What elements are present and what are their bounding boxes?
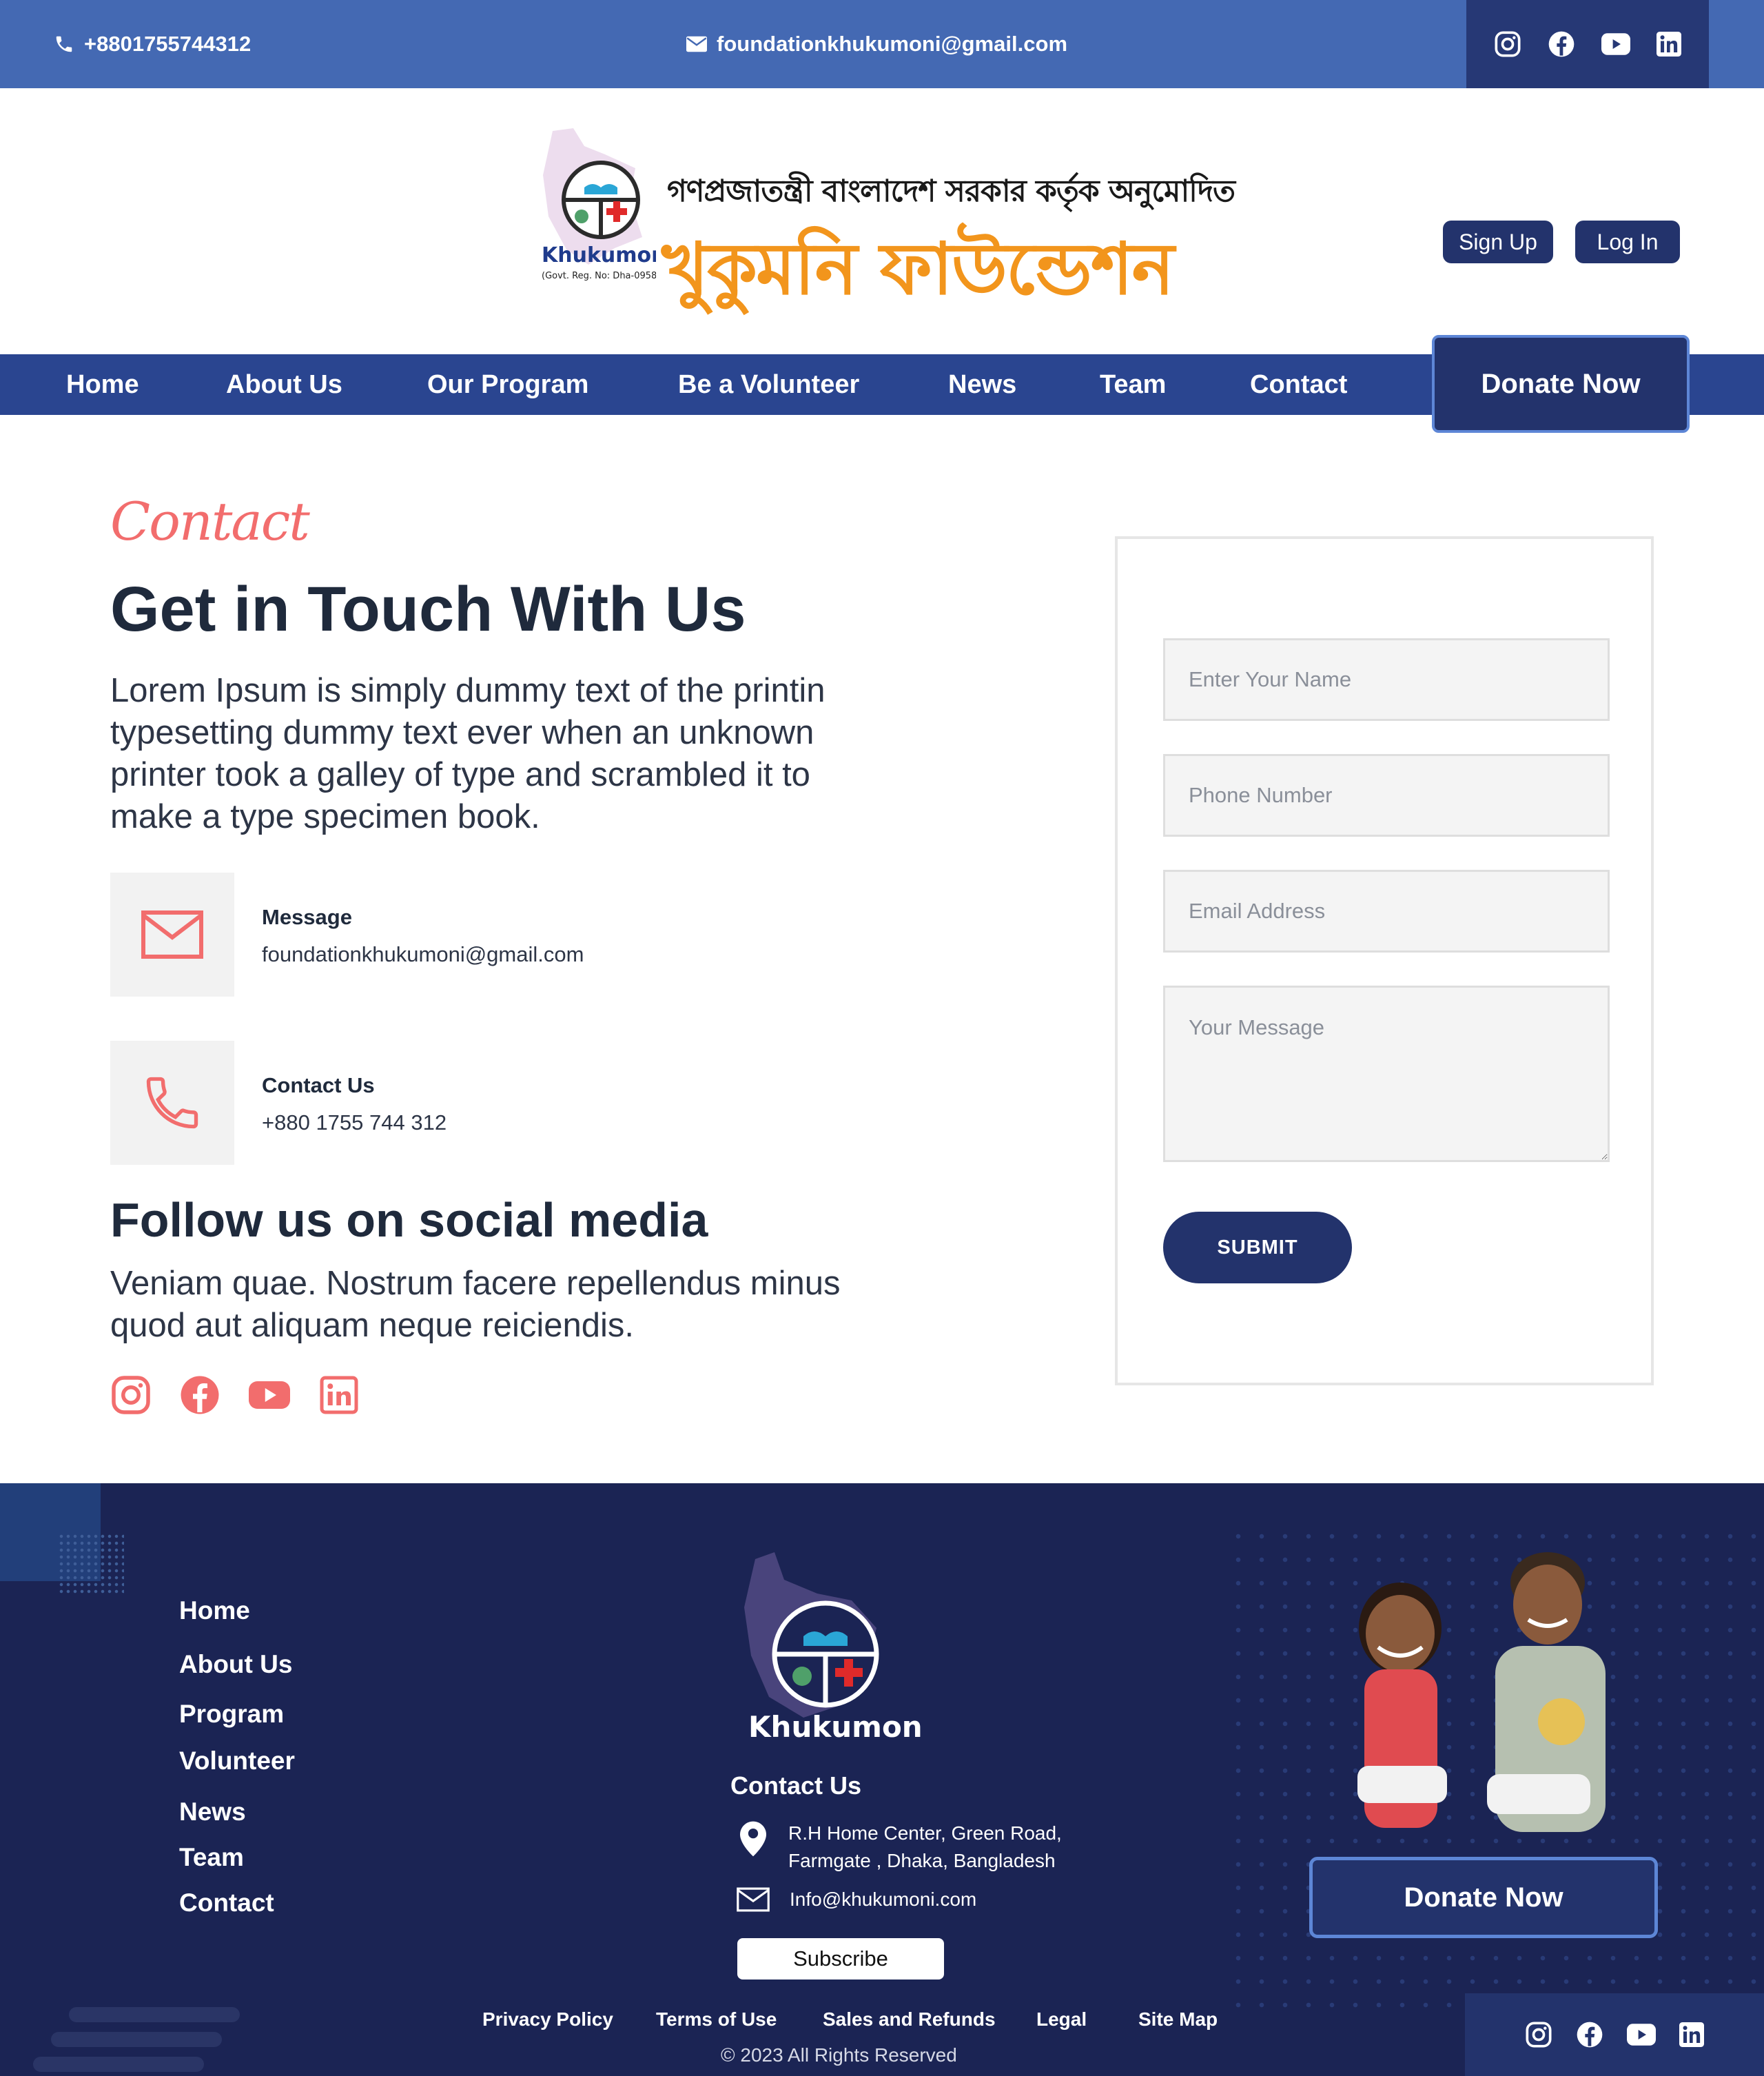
emblem-reg: (Govt. Reg. No: Dha-09584) <box>542 271 656 281</box>
intro-text: Lorem Ipsum is simply dummy text of the … <box>110 672 825 835</box>
section-eyebrow: Contact <box>110 491 310 552</box>
nav-our-program[interactable]: Our Program <box>427 354 588 415</box>
footer-logo[interactable]: Khukumoni <box>741 1552 932 1752</box>
contact-form: SUBMIT <box>1115 536 1654 1385</box>
nav-contact[interactable]: Contact <box>1250 354 1347 415</box>
follow-social-icons <box>110 1374 360 1416</box>
decorative-dots <box>58 1533 124 1596</box>
footer-link-contact[interactable]: Contact <box>179 1889 274 1917</box>
footer-site-map[interactable]: Site Map <box>1138 2008 1218 2031</box>
nav-team[interactable]: Team <box>1100 354 1166 415</box>
footer-link-team[interactable]: Team <box>179 1843 244 1872</box>
contact-phone[interactable]: +880 1755 744 312 <box>262 1110 447 1135</box>
facebook-icon[interactable] <box>1576 2021 1603 2048</box>
footer-address-line2: Farmgate , Dhaka, Bangladesh <box>788 1850 1056 1871</box>
donate-now-button[interactable]: Donate Now <box>1432 335 1690 433</box>
nav-about-us[interactable]: About Us <box>226 354 342 415</box>
footer-link-about-us[interactable]: About Us <box>179 1650 292 1679</box>
copyright-text: © 2023 All Rights Reserved <box>721 2044 957 2066</box>
nav-be-a-volunteer[interactable]: Be a Volunteer <box>678 354 859 415</box>
logo-title: খুকুমনি ফাউন্ডেশন <box>662 227 1174 311</box>
message-icon-box <box>110 873 234 997</box>
linkedin-icon[interactable] <box>1679 2022 1704 2047</box>
topbar-phone[interactable]: +8801755744312 <box>54 28 251 61</box>
youtube-icon[interactable] <box>1601 33 1630 55</box>
logo-emblem: Khukumoni (Govt. Reg. No: Dha-09584) <box>539 127 673 285</box>
submit-button[interactable]: SUBMIT <box>1163 1212 1352 1283</box>
phone-icon-box <box>110 1041 234 1165</box>
message-title: Message <box>262 905 352 929</box>
footer-donate-now-button[interactable]: Donate Now <box>1309 1857 1658 1938</box>
youtube-icon[interactable] <box>1627 2024 1656 2046</box>
footer-social <box>1465 1993 1764 2076</box>
logo-subtitle: গণপ্রজাতন্ত্রী বাংলাদেশ সরকার কর্তৃক অনু… <box>667 174 1235 209</box>
location-pin-icon <box>740 1821 766 1860</box>
footer-contact-title: Contact Us <box>730 1771 862 1800</box>
sign-up-button[interactable]: Sign Up <box>1443 221 1553 263</box>
phone-icon <box>141 1071 204 1134</box>
site-logo[interactable]: Khukumoni (Govt. Reg. No: Dha-09584) গণপ… <box>532 127 1235 311</box>
topbar-phone-text: +8801755744312 <box>84 32 252 56</box>
emblem-name: Khukumoni <box>542 243 656 267</box>
site-header: Khukumoni (Govt. Reg. No: Dha-09584) গণপ… <box>0 88 1764 354</box>
footer-link-program[interactable]: Program <box>179 1700 284 1729</box>
email-input[interactable] <box>1163 870 1610 953</box>
phone-input[interactable] <box>1163 754 1610 837</box>
footer-email[interactable]: Info@khukumoni.com <box>790 1886 976 1913</box>
log-in-button[interactable]: Log In <box>1575 221 1680 263</box>
facebook-icon[interactable] <box>179 1374 220 1416</box>
top-bar: +8801755744312 foundationkhukumoni@gmail… <box>0 0 1764 88</box>
message-email[interactable]: foundationkhukumoni@gmail.com <box>262 942 584 967</box>
topbar-social <box>1466 0 1709 88</box>
footer-logo-name: Khukumoni <box>748 1710 921 1744</box>
nav-news[interactable]: News <box>948 354 1016 415</box>
follow-heading: Follow us on social media <box>110 1193 708 1247</box>
footer-legal[interactable]: Legal <box>1036 2008 1087 2031</box>
site-footer: Home About Us Program Volunteer News Tea… <box>0 1483 1764 2076</box>
subscribe-button[interactable]: Subscribe <box>737 1938 944 1980</box>
facebook-icon[interactable] <box>1548 30 1575 58</box>
topbar-email[interactable]: foundationkhukumoni@gmail.com <box>686 28 1067 61</box>
instagram-icon[interactable] <box>1494 30 1521 58</box>
instagram-icon[interactable] <box>110 1374 152 1416</box>
contact-us-title: Contact Us <box>262 1073 375 1097</box>
phone-icon <box>54 34 74 54</box>
envelope-icon <box>141 910 204 959</box>
footer-terms-of-use[interactable]: Terms of Use <box>656 2008 777 2031</box>
nav-home[interactable]: Home <box>66 354 139 415</box>
footer-link-news[interactable]: News <box>179 1798 246 1826</box>
name-input[interactable] <box>1163 638 1610 721</box>
envelope-icon <box>736 1887 770 1915</box>
instagram-icon[interactable] <box>1525 2021 1552 2048</box>
footer-link-home[interactable]: Home <box>179 1596 250 1625</box>
linkedin-icon[interactable] <box>318 1374 360 1416</box>
page-title: Get in Touch With Us <box>110 574 746 644</box>
youtube-icon[interactable] <box>248 1374 291 1416</box>
follow-text: Veniam quae. Nostrum facere repellendus … <box>110 1265 841 1344</box>
footer-link-volunteer[interactable]: Volunteer <box>179 1747 295 1775</box>
footer-address-line1: R.H Home Center, Green Road, <box>788 1822 1062 1844</box>
footer-privacy-policy[interactable]: Privacy Policy <box>482 2008 613 2031</box>
footer-sales-and-refunds[interactable]: Sales and Refunds <box>823 2008 996 2031</box>
mail-icon <box>686 36 707 52</box>
topbar-email-text: foundationkhukumoni@gmail.com <box>717 32 1068 56</box>
linkedin-icon[interactable] <box>1657 32 1681 57</box>
message-textarea[interactable] <box>1163 986 1610 1162</box>
